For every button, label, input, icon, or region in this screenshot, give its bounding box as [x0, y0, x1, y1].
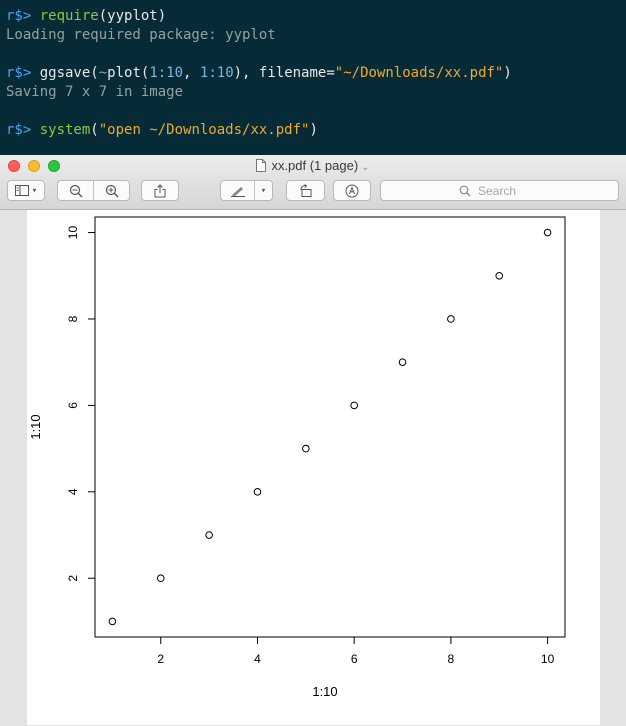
zoom-in-icon: [105, 184, 118, 197]
chevron-down-icon: ▾: [260, 185, 267, 196]
data-point: [156, 574, 165, 583]
y-tick-label: 2: [66, 575, 80, 582]
zoom-out-button[interactable]: [58, 181, 93, 200]
prompt: r$>: [6, 122, 40, 138]
terminal-output-2: Saving 7 x 7 in image: [6, 84, 184, 100]
terminal-output-1: Loading required package: yyplot: [6, 27, 276, 43]
x-tick-label: 8: [448, 652, 455, 666]
terminal[interactable]: r$> require(yyplot) Loading required pac…: [0, 0, 626, 155]
data-point: [350, 401, 358, 410]
data-point: [447, 315, 455, 323]
data-point: [543, 228, 552, 237]
close-paren: ): [309, 122, 318, 138]
window-title[interactable]: xx.pdf (1 page) ⌄: [0, 158, 626, 173]
number-arg: 1:10: [199, 65, 234, 81]
x-tick-label: 6: [351, 652, 358, 666]
prompt: r$>: [6, 65, 40, 81]
arguments: (yyplot): [98, 8, 167, 24]
sidebar-icon: [14, 185, 29, 196]
paren: (: [90, 65, 99, 81]
terminal-line-1: r$> require(yyplot): [6, 7, 166, 26]
annotate-button[interactable]: [333, 180, 371, 201]
pen-icon: [230, 186, 245, 197]
y-tick-label: 10: [66, 226, 80, 240]
title-bar: xx.pdf (1 page) ⌄ ▾ ▾ Search: [0, 155, 626, 210]
rotate-button[interactable]: [286, 180, 325, 201]
search-field[interactable]: [380, 180, 619, 201]
prompt: r$>: [6, 8, 40, 24]
search-icon: [459, 185, 471, 196]
y-axis-label: 1:10: [28, 414, 43, 439]
scatter-plot: 2 4 6 8 10 2 4 6 8 10 1:10 1:10: [28, 216, 566, 699]
pdf-document-icon: [256, 159, 267, 172]
data-point: [108, 617, 117, 626]
pdf-page[interactable]: 2 4 6 8 10 2 4 6 8 10 1:10 1:10: [27, 210, 600, 725]
comma: ,: [183, 65, 200, 81]
tilde: ~: [98, 65, 108, 81]
chevron-down-icon: ▾: [31, 185, 38, 196]
search-input[interactable]: [476, 182, 540, 199]
chevron-down-icon: ⌄: [361, 162, 370, 173]
y-tick-label: 4: [66, 488, 80, 495]
markup-menu-button[interactable]: ▾: [254, 181, 272, 200]
data-point: [253, 488, 262, 496]
number-arg: 1:10: [149, 65, 184, 81]
call: plot(: [107, 65, 150, 81]
function-name: ggsave: [39, 65, 91, 81]
string-arg: "~/Downloads/xx.pdf": [334, 65, 504, 81]
rotate-icon: [300, 183, 311, 197]
data-point: [398, 358, 407, 366]
terminal-line-3: r$> system("open ~/Downloads/xx.pdf"): [6, 121, 318, 140]
string-arg: "open ~/Downloads/xx.pdf": [98, 122, 310, 138]
x-tick-label: 10: [541, 652, 555, 666]
data-point: [205, 531, 213, 539]
share-icon: [154, 183, 166, 197]
close-paren: ): [503, 65, 512, 81]
window-title-text: xx.pdf (1 page): [271, 158, 359, 173]
zoom-button-group: [57, 180, 130, 201]
y-tick-label: 6: [66, 402, 80, 409]
close-args: ), filename=: [233, 65, 335, 81]
markup-button-group: ▾: [220, 180, 273, 201]
sidebar-button[interactable]: ▾: [7, 180, 45, 201]
zoom-in-button[interactable]: [93, 181, 129, 200]
x-axis-label: 1:10: [312, 684, 337, 699]
x-tick-label: 4: [254, 652, 261, 666]
data-point: [495, 271, 504, 280]
annotate-icon: [345, 184, 359, 197]
markup-button[interactable]: [221, 181, 254, 200]
share-button[interactable]: [141, 180, 179, 201]
function-name: system: [39, 122, 91, 138]
zoom-out-icon: [69, 184, 82, 197]
preview-window: xx.pdf (1 page) ⌄ ▾ ▾ Search 2 4 6 8 10 …: [0, 155, 626, 726]
data-point: [302, 444, 310, 453]
terminal-line-2: r$> ggsave(~plot(1:10, 1:10), filename="…: [6, 64, 512, 83]
plot-frame: [94, 216, 566, 638]
y-tick-label: 8: [66, 315, 80, 322]
x-tick-label: 2: [157, 652, 164, 666]
function-name: require: [39, 8, 99, 24]
paren: (: [90, 122, 99, 138]
